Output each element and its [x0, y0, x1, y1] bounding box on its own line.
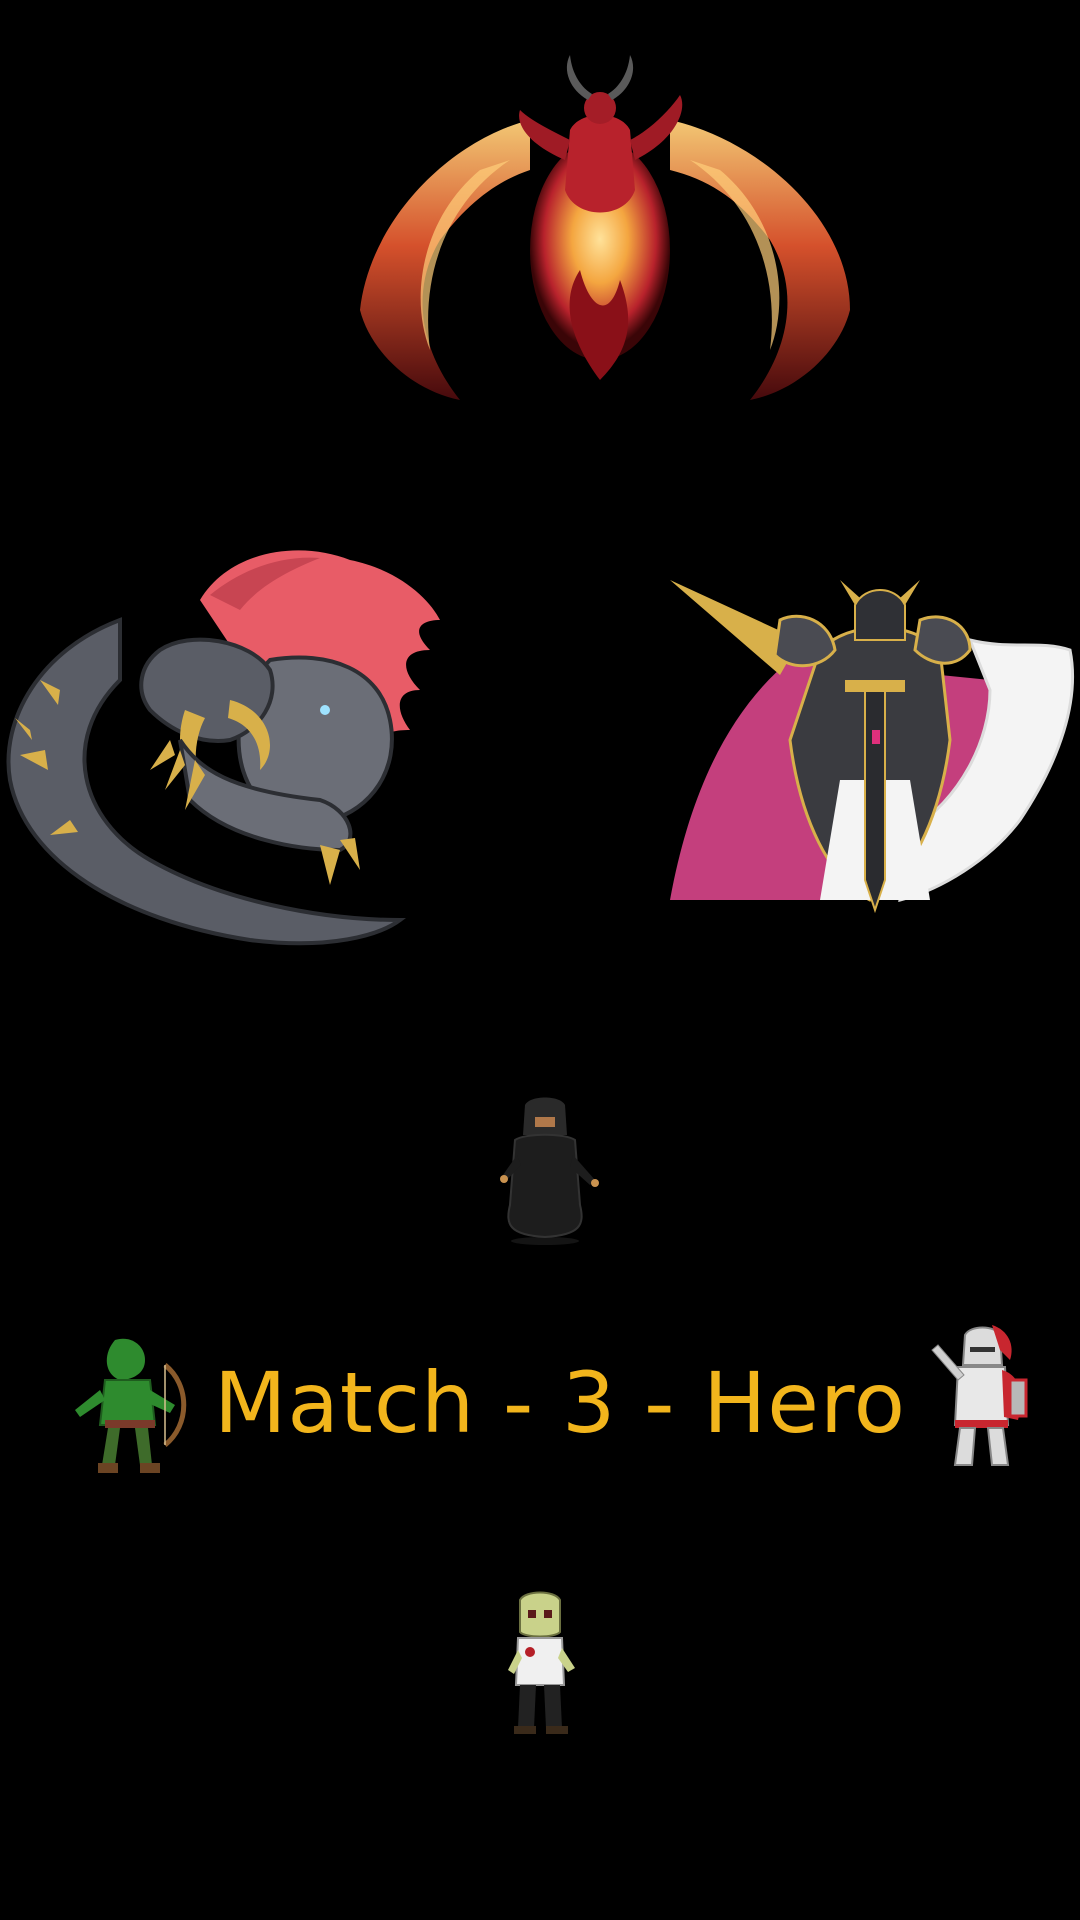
hooded-hero-icon	[500, 1097, 599, 1245]
fire-demon-boss-icon	[360, 55, 850, 400]
knight-king-boss-icon	[670, 580, 1074, 914]
red-maned-beast-boss-icon	[6, 550, 440, 946]
zombie-hero-icon	[508, 1591, 575, 1734]
game-title: Match - 3 - Hero	[213, 1354, 907, 1452]
